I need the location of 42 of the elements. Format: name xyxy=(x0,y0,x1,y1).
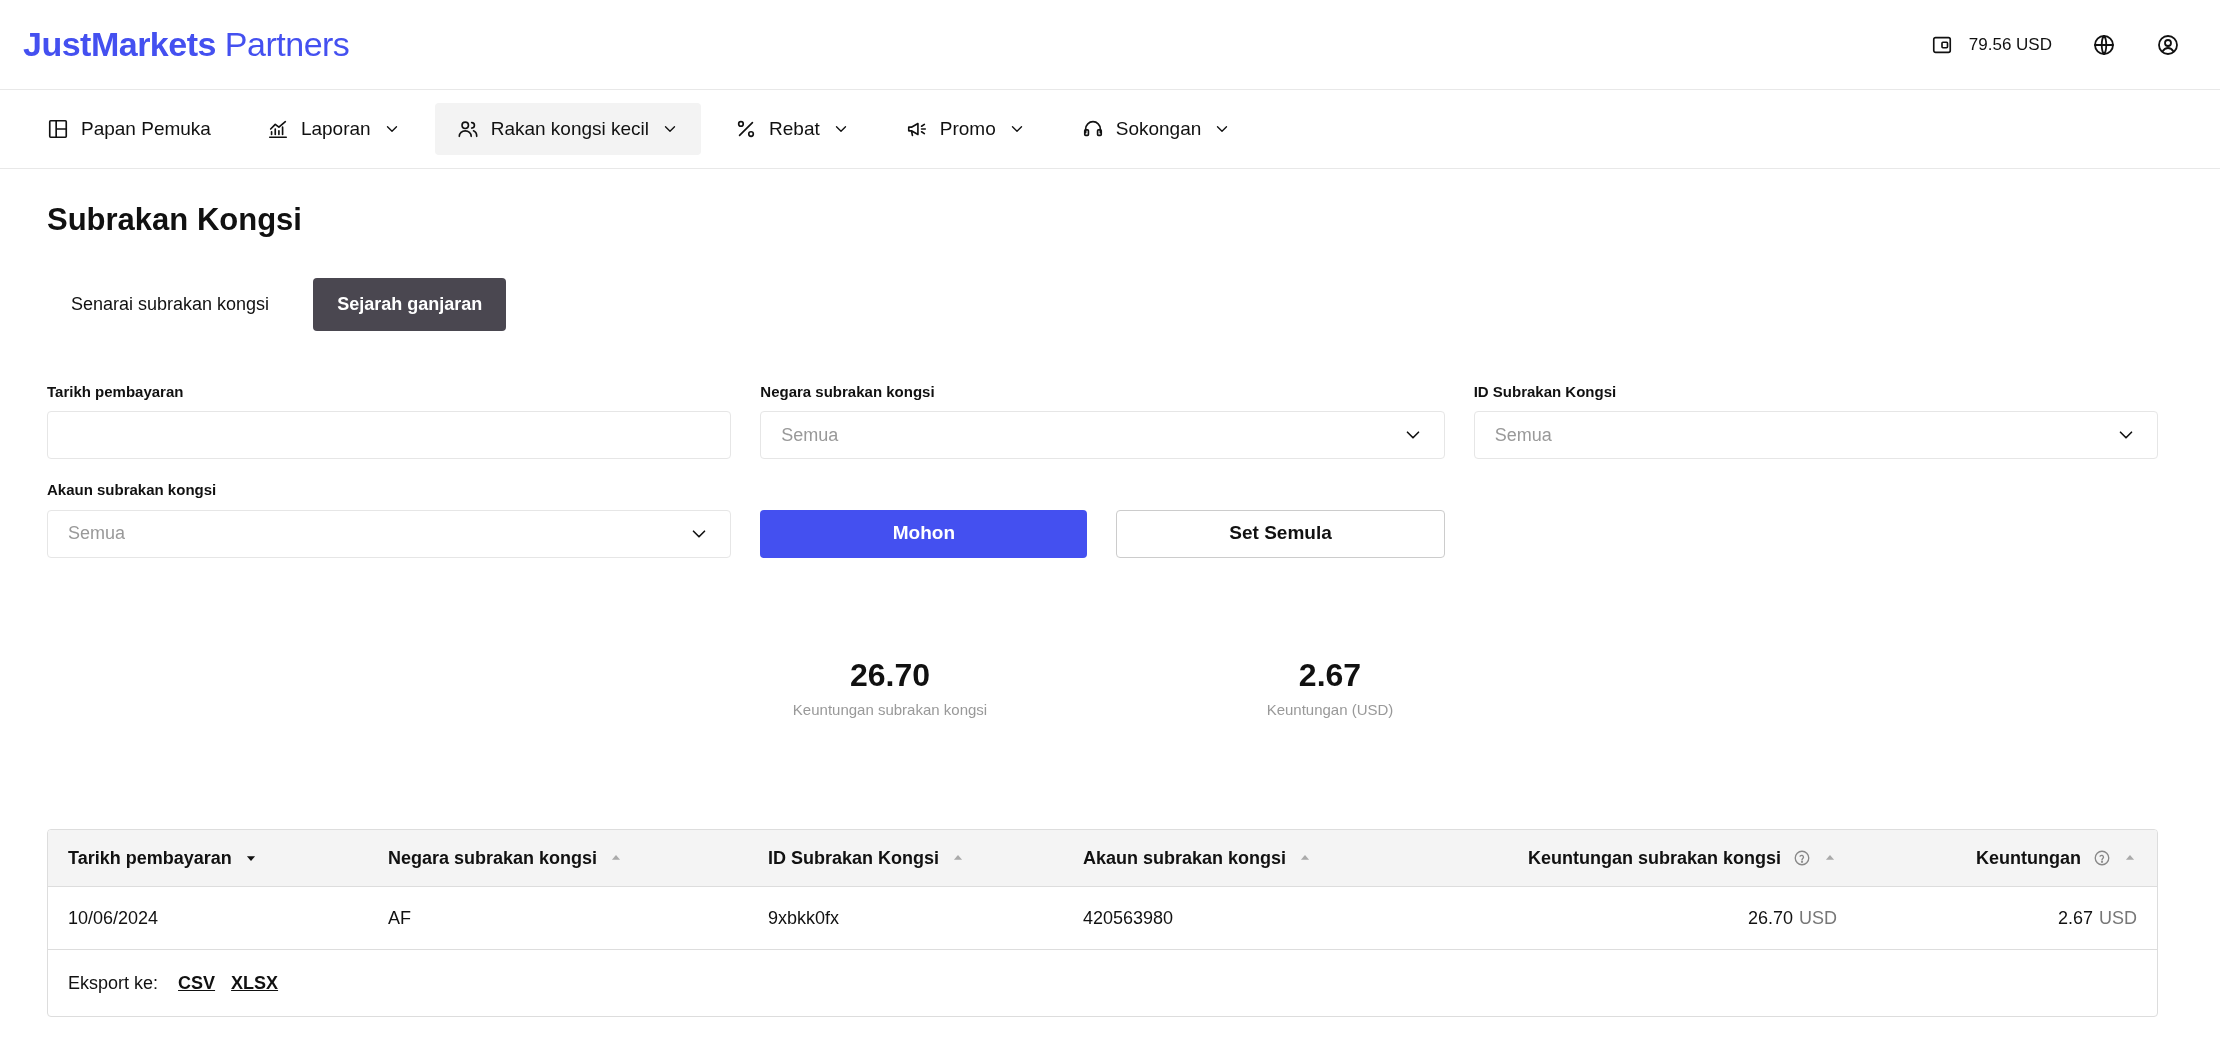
table-cell: 9xbkk0fx xyxy=(748,887,1063,951)
page-title: Subrakan Kongsi xyxy=(47,201,303,239)
table-cell: 420563980 xyxy=(1063,887,1493,951)
table-cell: 10/06/2024 xyxy=(48,887,368,951)
nav-menu-item[interactable]: Laporan xyxy=(244,102,423,156)
date-field[interactable] xyxy=(47,411,732,459)
globe-icon[interactable] xyxy=(2092,32,2116,57)
apply-button[interactable]: Mohon xyxy=(760,509,1088,558)
column-header[interactable]: ID Subrakan Kongsi xyxy=(748,830,1063,888)
user-profile-icon[interactable] xyxy=(2156,32,2180,57)
column-header[interactable]: Keuntungan subrakan kongsi xyxy=(1493,830,1857,888)
field-label: Tarikh pembayaran xyxy=(47,381,185,402)
field-label: Negara subrakan kongsi xyxy=(760,381,936,402)
users-icon xyxy=(456,118,479,140)
nav-menu-item[interactable]: Rakan kongsi kecil xyxy=(434,102,702,156)
stat-label: Keuntungan subrakan kongsi xyxy=(791,699,989,720)
nav-menu-item[interactable]: Promo xyxy=(883,102,1048,156)
reset-button[interactable]: Set Semula xyxy=(1116,509,1445,558)
export-link[interactable]: XLSX xyxy=(231,969,279,997)
layout-icon xyxy=(47,118,69,140)
balance-amount: 79.56 USD xyxy=(1968,33,2052,56)
column-header[interactable]: Keuntungan xyxy=(1857,830,2157,888)
tab[interactable]: Senarai subrakan kongsi xyxy=(47,277,294,331)
stat-value: 2.67 xyxy=(1297,657,1363,693)
nav-menu-item[interactable]: Sokongan xyxy=(1059,102,1254,156)
field-label: ID Subrakan Kongsi xyxy=(1473,381,1618,402)
stat-value: 26.70 xyxy=(848,657,932,693)
table-cell: 2.67 USD xyxy=(1857,887,2157,951)
nav-menu-item[interactable]: Rebat xyxy=(713,102,872,156)
export-label: Eksport ke: xyxy=(68,971,159,995)
export-link[interactable]: CSV xyxy=(178,969,216,997)
chart-icon xyxy=(266,118,289,140)
column-header[interactable]: Akaun subrakan kongsi xyxy=(1063,830,1493,888)
column-header[interactable]: Tarikh pembayaran xyxy=(48,830,368,888)
table-cell: AF xyxy=(368,887,748,951)
field-label: Akaun subrakan kongsi xyxy=(47,480,218,500)
stat-label: Keuntungan (USD) xyxy=(1265,699,1395,720)
logo[interactable]: JustMarkets Partners xyxy=(23,19,350,70)
tab[interactable]: Sejarah ganjaran xyxy=(313,277,507,331)
table-cell: 26.70 USD xyxy=(1493,887,1857,951)
nav-menu-item[interactable]: Papan Pemuka xyxy=(25,102,233,156)
column-header[interactable]: Negara subrakan kongsi xyxy=(368,830,748,888)
